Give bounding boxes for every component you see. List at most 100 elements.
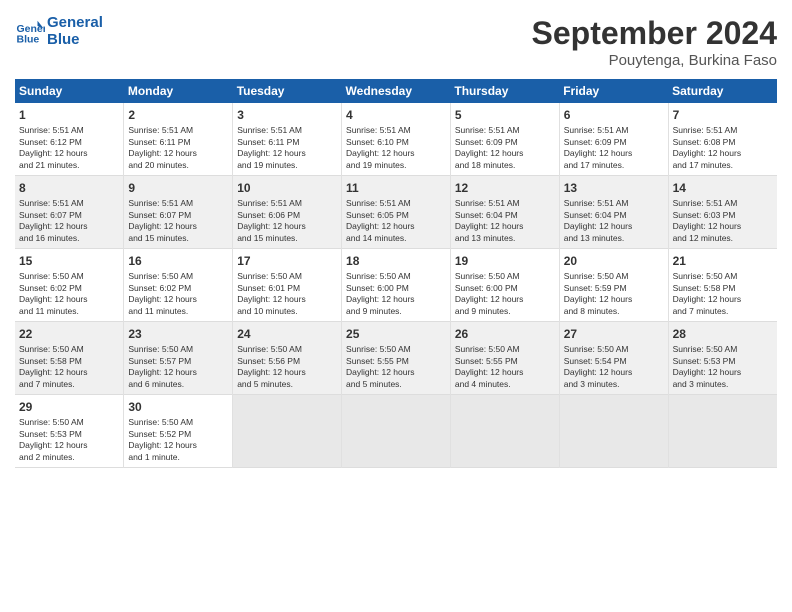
location: Pouytenga, Burkina Faso [532,52,777,69]
day-info: Sunrise: 5:51 AM Sunset: 6:07 PM Dayligh… [128,198,228,244]
calendar-cell-empty [668,395,777,468]
day-number: 17 [237,253,337,269]
day-number: 22 [19,326,119,342]
day-number: 16 [128,253,228,269]
header-day-thursday: Thursday [450,79,559,103]
header: General Blue General Blue September 2024… [15,15,777,69]
calendar-cell-empty [233,395,342,468]
week-row-3: 15 Sunrise: 5:50 AM Sunset: 6:02 PM Dayli… [15,249,777,322]
day-number: 9 [128,180,228,196]
calendar-cell-9: 9 Sunrise: 5:51 AM Sunset: 6:07 PM Daylig… [124,176,233,249]
day-number: 8 [19,180,119,196]
day-info: Sunrise: 5:50 AM Sunset: 5:53 PM Dayligh… [673,344,773,390]
day-info: Sunrise: 5:51 AM Sunset: 6:06 PM Dayligh… [237,198,337,244]
week-row-5: 29 Sunrise: 5:50 AM Sunset: 5:53 PM Dayli… [15,395,777,468]
day-number: 14 [673,180,773,196]
month-title: September 2024 [532,15,777,52]
logo-icon: General Blue [15,17,45,47]
calendar-cell-28: 28 Sunrise: 5:50 AM Sunset: 5:53 PM Dayli… [668,322,777,395]
calendar-cell-empty [559,395,668,468]
day-info: Sunrise: 5:51 AM Sunset: 6:04 PM Dayligh… [564,198,664,244]
day-info: Sunrise: 5:51 AM Sunset: 6:12 PM Dayligh… [19,125,119,171]
calendar-cell-2: 2 Sunrise: 5:51 AM Sunset: 6:11 PM Daylig… [124,103,233,176]
header-day-sunday: Sunday [15,79,124,103]
title-block: September 2024 Pouytenga, Burkina Faso [532,15,777,69]
calendar-cell-13: 13 Sunrise: 5:51 AM Sunset: 6:04 PM Dayli… [559,176,668,249]
day-info: Sunrise: 5:51 AM Sunset: 6:10 PM Dayligh… [346,125,446,171]
week-row-1: 1 Sunrise: 5:51 AM Sunset: 6:12 PM Daylig… [15,103,777,176]
day-info: Sunrise: 5:51 AM Sunset: 6:05 PM Dayligh… [346,198,446,244]
calendar-cell-17: 17 Sunrise: 5:50 AM Sunset: 6:01 PM Dayli… [233,249,342,322]
day-info: Sunrise: 5:51 AM Sunset: 6:03 PM Dayligh… [673,198,773,244]
day-number: 21 [673,253,773,269]
calendar-cell-21: 21 Sunrise: 5:50 AM Sunset: 5:58 PM Dayli… [668,249,777,322]
day-info: Sunrise: 5:50 AM Sunset: 5:58 PM Dayligh… [19,344,119,390]
day-number: 11 [346,180,446,196]
day-info: Sunrise: 5:51 AM Sunset: 6:07 PM Dayligh… [19,198,119,244]
day-info: Sunrise: 5:51 AM Sunset: 6:11 PM Dayligh… [128,125,228,171]
calendar-cell-26: 26Sunrise: 5:50 AM Sunset: 5:55 PM Dayli… [450,322,559,395]
day-info: Sunrise: 5:50 AM Sunset: 5:52 PM Dayligh… [128,417,228,463]
day-number: 2 [128,107,228,123]
header-day-tuesday: Tuesday [233,79,342,103]
day-info: Sunrise: 5:50 AM Sunset: 5:58 PM Dayligh… [673,271,773,317]
calendar-cell-23: 23Sunrise: 5:50 AM Sunset: 5:57 PM Dayli… [124,322,233,395]
day-number: 29 [19,399,119,415]
day-number: 7 [673,107,773,123]
calendar-table: SundayMondayTuesdayWednesdayThursdayFrid… [15,79,777,468]
day-number: 20 [564,253,664,269]
calendar-cell-8: 8 Sunrise: 5:51 AM Sunset: 6:07 PM Daylig… [15,176,124,249]
calendar-cell-27: 27Sunrise: 5:50 AM Sunset: 5:54 PM Dayli… [559,322,668,395]
day-info: Sunrise: 5:50 AM Sunset: 6:02 PM Dayligh… [19,271,119,317]
day-info: Sunrise: 5:51 AM Sunset: 6:08 PM Dayligh… [673,125,773,171]
calendar-cell-3: 3Sunrise: 5:51 AM Sunset: 6:11 PM Daylig… [233,103,342,176]
logo: General Blue General Blue [15,15,103,48]
calendar-cell-16: 16 Sunrise: 5:50 AM Sunset: 6:02 PM Dayli… [124,249,233,322]
header-day-wednesday: Wednesday [342,79,451,103]
day-number: 24 [237,326,337,342]
week-row-4: 22 Sunrise: 5:50 AM Sunset: 5:58 PM Dayli… [15,322,777,395]
day-info: Sunrise: 5:50 AM Sunset: 5:53 PM Dayligh… [19,417,119,463]
day-info: Sunrise: 5:50 AM Sunset: 6:02 PM Dayligh… [128,271,228,317]
week-row-2: 8 Sunrise: 5:51 AM Sunset: 6:07 PM Daylig… [15,176,777,249]
calendar-cell-15: 15 Sunrise: 5:50 AM Sunset: 6:02 PM Dayli… [15,249,124,322]
calendar-cell-11: 11 Sunrise: 5:51 AM Sunset: 6:05 PM Dayli… [342,176,451,249]
calendar-cell-18: 18Sunrise: 5:50 AM Sunset: 6:00 PM Dayli… [342,249,451,322]
day-number: 1 [19,107,119,123]
day-number: 13 [564,180,664,196]
calendar-cell-29: 29 Sunrise: 5:50 AM Sunset: 5:53 PM Dayli… [15,395,124,468]
calendar-cell-19: 19Sunrise: 5:50 AM Sunset: 6:00 PM Dayli… [450,249,559,322]
day-info: Sunrise: 5:51 AM Sunset: 6:11 PM Dayligh… [237,125,337,171]
calendar-cell-empty [342,395,451,468]
svg-text:Blue: Blue [17,33,40,45]
day-info: Sunrise: 5:51 AM Sunset: 6:04 PM Dayligh… [455,198,555,244]
day-number: 28 [673,326,773,342]
day-number: 10 [237,180,337,196]
day-info: Sunrise: 5:50 AM Sunset: 6:01 PM Dayligh… [237,271,337,317]
day-number: 12 [455,180,555,196]
header-day-monday: Monday [124,79,233,103]
logo-general: General [47,14,103,31]
calendar-cell-25: 25Sunrise: 5:50 AM Sunset: 5:55 PM Dayli… [342,322,451,395]
calendar-cell-12: 12 Sunrise: 5:51 AM Sunset: 6:04 PM Dayli… [450,176,559,249]
day-number: 19 [455,253,555,269]
day-info: Sunrise: 5:50 AM Sunset: 5:54 PM Dayligh… [564,344,664,390]
day-info: Sunrise: 5:50 AM Sunset: 5:55 PM Dayligh… [455,344,555,390]
day-number: 6 [564,107,664,123]
calendar-cell-5: 5Sunrise: 5:51 AM Sunset: 6:09 PM Daylig… [450,103,559,176]
calendar-cell-1: 1 Sunrise: 5:51 AM Sunset: 6:12 PM Daylig… [15,103,124,176]
calendar-cell-empty [450,395,559,468]
calendar-cell-10: 10 Sunrise: 5:51 AM Sunset: 6:06 PM Dayli… [233,176,342,249]
calendar-cell-4: 4 Sunrise: 5:51 AM Sunset: 6:10 PM Daylig… [342,103,451,176]
calendar-cell-6: 6Sunrise: 5:51 AM Sunset: 6:09 PM Daylig… [559,103,668,176]
day-info: Sunrise: 5:50 AM Sunset: 5:59 PM Dayligh… [564,271,664,317]
day-number: 30 [128,399,228,415]
calendar-cell-14: 14 Sunrise: 5:51 AM Sunset: 6:03 PM Dayli… [668,176,777,249]
calendar-cell-20: 20 Sunrise: 5:50 AM Sunset: 5:59 PM Dayli… [559,249,668,322]
header-day-friday: Friday [559,79,668,103]
day-number: 4 [346,107,446,123]
calendar-cell-7: 7 Sunrise: 5:51 AM Sunset: 6:08 PM Daylig… [668,103,777,176]
header-row: SundayMondayTuesdayWednesdayThursdayFrid… [15,79,777,103]
day-info: Sunrise: 5:50 AM Sunset: 5:57 PM Dayligh… [128,344,228,390]
day-number: 15 [19,253,119,269]
